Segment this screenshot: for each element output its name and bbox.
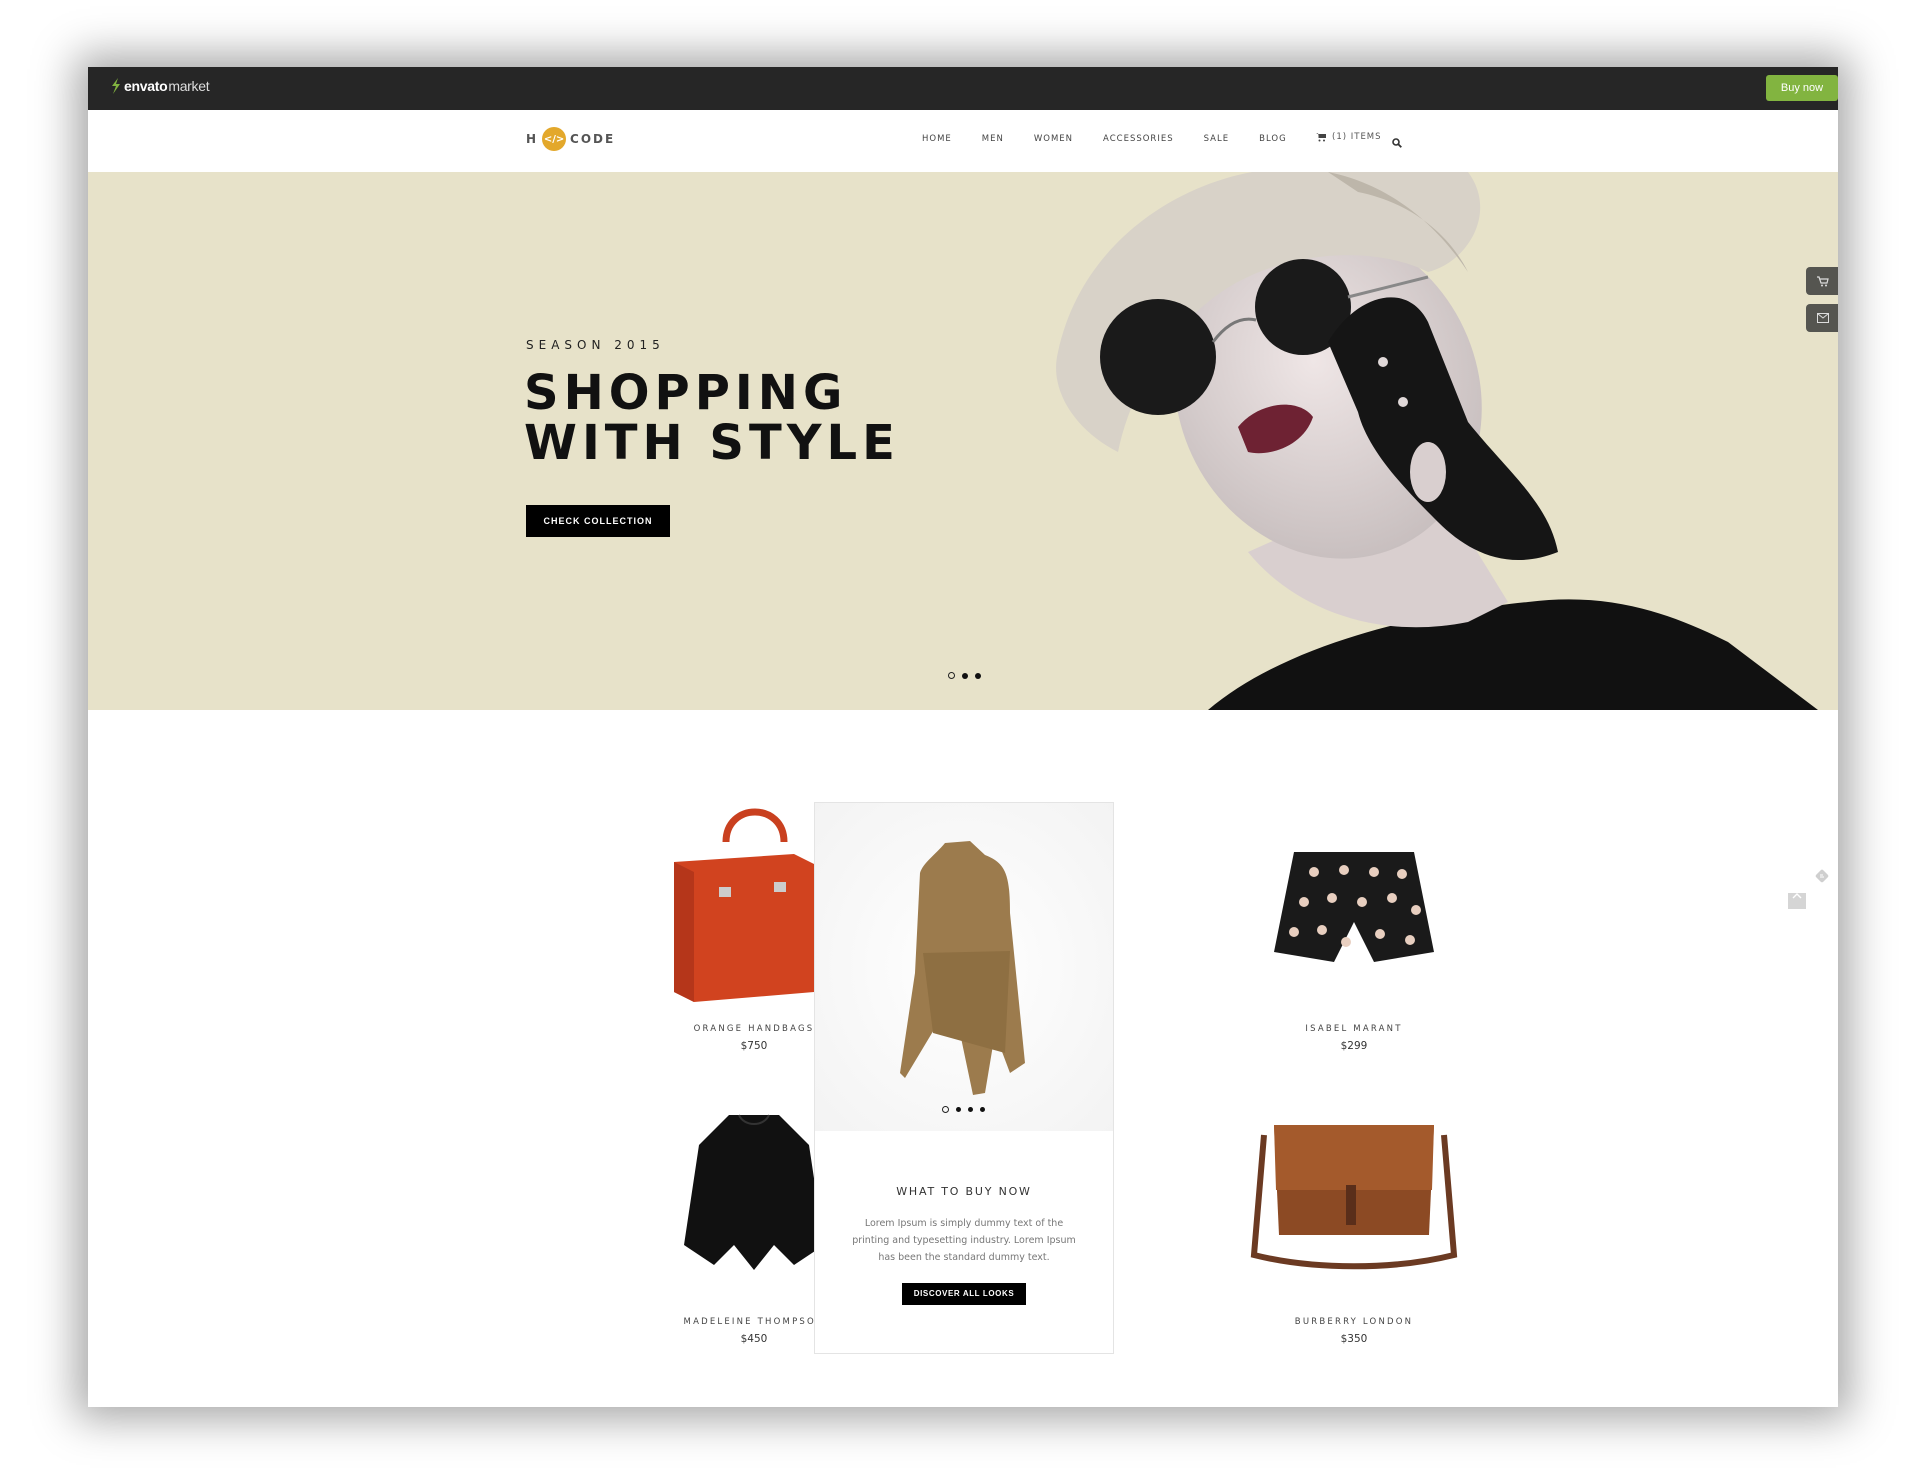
hero-title-line-2: WITH STYLE bbox=[524, 415, 900, 471]
brand-word-code: CODE bbox=[570, 132, 616, 146]
nav-women[interactable]: WOMEN bbox=[1034, 134, 1073, 144]
nav-blog[interactable]: BLOG bbox=[1259, 134, 1287, 144]
feature-description: Lorem Ipsum is simply dummy text of the … bbox=[852, 1218, 1076, 1263]
what-to-buy-card: WHAT TO BUY NOW Lorem Ipsum is simply du… bbox=[814, 802, 1114, 1354]
main-nav: HOME MEN WOMEN ACCESSORIES SALE BLOG bbox=[922, 134, 1317, 144]
envato-leaf-icon bbox=[112, 78, 120, 94]
hero-slider: SEASON 2015 SHOPPING WITH STYLE CHECK CO… bbox=[88, 172, 1838, 710]
site-header: H </> CODE HOME MEN WOMEN ACCESSORIES SA… bbox=[88, 110, 1838, 172]
nav-men[interactable]: MEN bbox=[982, 134, 1004, 144]
product-card[interactable]: ISABEL MARANT $299 bbox=[1234, 802, 1474, 1052]
hero-title-line-1: SHOPPING bbox=[524, 365, 848, 421]
envato-logo-suffix: market bbox=[168, 78, 210, 94]
product-price: $299 bbox=[1340, 1040, 1368, 1052]
hero-subtitle: SEASON 2015 bbox=[526, 338, 665, 352]
hero-pagination bbox=[948, 672, 988, 679]
feature-slide-dot-2[interactable] bbox=[956, 1107, 961, 1112]
feature-slider bbox=[815, 803, 1113, 1131]
discover-all-looks-button[interactable]: DISCOVER ALL LOOKS bbox=[902, 1283, 1026, 1305]
polka-dot-shorts-image bbox=[1274, 852, 1434, 962]
code-badge-icon: </> bbox=[542, 127, 567, 151]
hero-slide-dot-3[interactable] bbox=[975, 672, 981, 679]
product-price: $350 bbox=[1340, 1333, 1368, 1345]
envato-logo-word: envato bbox=[124, 78, 168, 94]
camel-cape-image bbox=[900, 841, 1025, 1095]
nav-home[interactable]: HOME bbox=[922, 134, 952, 144]
mail-icon bbox=[1817, 313, 1829, 323]
cart-icon bbox=[1316, 132, 1326, 141]
feature-title: WHAT TO BUY NOW bbox=[896, 1185, 1032, 1198]
brand-logo[interactable]: H </> CODE bbox=[526, 127, 615, 151]
envato-market-bar: envato market Buy now bbox=[88, 67, 1838, 110]
search-button[interactable] bbox=[1392, 133, 1402, 152]
brand-letter-h: H bbox=[526, 132, 539, 146]
brown-messenger-bag-image bbox=[1250, 1125, 1458, 1270]
cart-icon bbox=[1817, 275, 1829, 286]
side-mail-button[interactable] bbox=[1806, 304, 1838, 332]
feature-slide-dot-3[interactable] bbox=[968, 1107, 973, 1112]
product-name: BURBERRY LONDON bbox=[1294, 1317, 1414, 1327]
chevron-up-icon bbox=[1792, 893, 1802, 899]
search-icon bbox=[1392, 138, 1402, 148]
browser-frame: envato market Buy now H </> CODE HOME ME… bbox=[88, 67, 1838, 1407]
feature-slide-dot-4[interactable] bbox=[980, 1107, 985, 1112]
envato-logo[interactable]: envato market bbox=[110, 78, 210, 94]
hero-title: SHOPPING WITH STYLE bbox=[524, 368, 900, 468]
cart-count-label: (1) ITEMS bbox=[1332, 132, 1382, 142]
hero-slide-dot-2[interactable] bbox=[962, 672, 968, 679]
side-cart-button[interactable] bbox=[1806, 267, 1838, 295]
check-collection-button[interactable]: CHECK COLLECTION bbox=[526, 505, 670, 537]
feature-pagination bbox=[942, 1106, 992, 1113]
nav-accessories[interactable]: ACCESSORIES bbox=[1103, 134, 1174, 144]
cart-link[interactable]: (1) ITEMS bbox=[1316, 132, 1382, 142]
buy-now-button[interactable]: Buy now bbox=[1766, 75, 1838, 101]
nav-sale[interactable]: SALE bbox=[1204, 134, 1229, 144]
feed-icon[interactable] bbox=[1814, 868, 1830, 884]
hero-model-image bbox=[1056, 172, 1818, 710]
product-card[interactable]: BURBERRY LONDON $350 bbox=[1234, 1095, 1474, 1345]
scroll-to-top-button[interactable] bbox=[1788, 893, 1806, 909]
feature-slide-dot-1[interactable] bbox=[942, 1106, 949, 1113]
product-name: ISABEL MARANT bbox=[1305, 1024, 1403, 1034]
hero-slide-dot-1[interactable] bbox=[948, 672, 955, 679]
